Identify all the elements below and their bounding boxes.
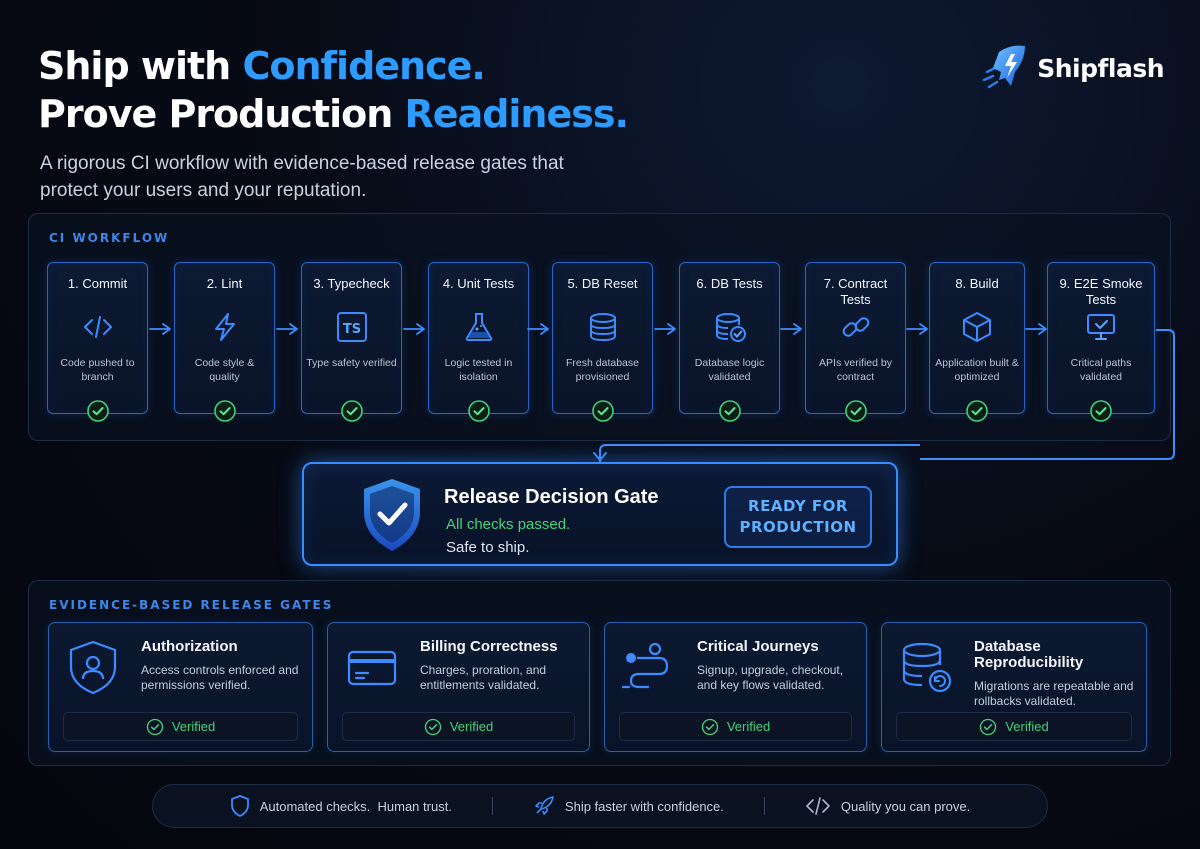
ci-workflow-label: CI WORKFLOW [49, 231, 170, 245]
card-critical-journeys[interactable]: Critical Journeys Signup, upgrade, check… [604, 622, 867, 752]
check-circle-icon [467, 399, 491, 423]
step-unit-tests[interactable]: 4. Unit Tests Logic tested in isolation [428, 262, 529, 414]
lightning-icon [214, 313, 235, 341]
footer-bar: Automated checks. Human trust. Ship fast… [152, 784, 1048, 828]
card-desc: Charges, proration, and entitlements val… [420, 663, 547, 692]
title-line-1-accent: Confidence. [242, 44, 485, 88]
step-title: 7. Contract Tests [823, 276, 888, 307]
credit-card-icon [347, 650, 397, 686]
verified-label: Verified [449, 719, 494, 734]
check-circle-icon [701, 718, 718, 735]
step-title: 5. DB Reset [567, 276, 638, 291]
page-title: Ship with Confidence. Prove Production R… [38, 42, 629, 138]
step-desc: Code pushed to branch [60, 357, 135, 383]
shield-check-icon [364, 479, 420, 551]
shield-icon [230, 795, 249, 817]
verified-badge: Verified [896, 712, 1132, 741]
lightning-rocket-logo-icon [982, 45, 1026, 89]
check-circle-icon [86, 399, 110, 423]
route-icon [621, 642, 669, 689]
footer-text: Quality you can prove. [840, 798, 971, 814]
check-circle-icon [146, 718, 163, 735]
title-line-1-text: Ship with [38, 44, 243, 88]
step-desc: Type safety verified [306, 357, 397, 369]
step-title: 8. Build [955, 276, 999, 291]
flow-connector [593, 329, 1175, 465]
step-lint[interactable]: 2. Lint Code style & quality [174, 262, 275, 414]
check-circle-icon [424, 718, 441, 735]
card-title: Billing Correctness [420, 638, 558, 655]
card-title: Critical Journeys [697, 638, 819, 655]
flask-icon [465, 313, 492, 341]
code-icon [83, 316, 112, 338]
title-line-1: Ship with Confidence. [38, 42, 628, 90]
verified-badge: Verified [342, 712, 575, 741]
code-icon [806, 797, 830, 815]
evidence-gates-label: EVIDENCE-BASED RELEASE GATES [49, 598, 334, 612]
step-desc: Code style & quality [194, 357, 255, 383]
verified-badge: Verified [63, 712, 298, 741]
check-circle-icon [980, 718, 997, 735]
card-desc: Access controls enforced and permissions… [141, 663, 299, 692]
card-database-reproducibility[interactable]: Database Reproducibility Migrations are … [881, 622, 1147, 752]
title-line-2-text: Prove Production [38, 92, 405, 136]
check-circle-icon [213, 399, 237, 423]
shield-user-icon [69, 640, 117, 695]
step-title: 9. E2E Smoke Tests [1059, 276, 1143, 307]
gate-note: Safe to ship. [446, 539, 530, 556]
verified-label: Verified [171, 719, 216, 734]
card-desc: Migrations are repeatable and rollbacks … [974, 679, 1134, 708]
footer-item-trust: Automated checks. Human trust. [190, 795, 492, 817]
verified-badge: Verified [619, 712, 852, 741]
ts-icon: TS [336, 312, 367, 342]
footer-item-quality: Quality you can prove. [765, 797, 1010, 815]
check-circle-icon [340, 399, 364, 423]
gate-status: All checks passed. [446, 516, 571, 533]
footer-text: Automated checks. Human trust. [259, 798, 452, 814]
svg-text:TS: TS [342, 322, 360, 337]
database-refresh-icon [902, 642, 952, 693]
card-title: Authorization [141, 638, 238, 655]
arrow-right-icon [276, 321, 300, 337]
card-desc: Signup, upgrade, checkout, and key flows… [697, 663, 844, 692]
footer-text: Ship faster with confidence. [564, 798, 724, 814]
step-title: 6. DB Tests [696, 276, 763, 291]
brand-logo[interactable]: Shipflash [981, 42, 1164, 94]
step-title: 4. Unit Tests [442, 276, 515, 291]
card-authorization[interactable]: Authorization Access controls enforced a… [48, 622, 313, 752]
step-title: 1. Commit [67, 276, 128, 291]
step-title: 2. Lint [206, 276, 243, 291]
step-commit[interactable]: 1. Commit Code pushed to branch [47, 262, 148, 414]
ready-for-production-button[interactable]: READY FOR PRODUCTION [724, 486, 872, 548]
step-desc: Logic tested in isolation [444, 357, 513, 383]
verified-label: Verified [726, 719, 771, 734]
arrow-right-icon [527, 321, 551, 337]
card-billing-correctness[interactable]: Billing Correctness Charges, proration, … [327, 622, 590, 752]
ready-for-production-label: READY FOR PRODUCTION [739, 497, 857, 536]
title-line-2: Prove Production Readiness. [38, 90, 629, 138]
page-subtitle: A rigorous CI workflow with evidence-bas… [40, 153, 564, 201]
arrow-right-icon [403, 321, 427, 337]
arrow-right-icon [149, 321, 173, 337]
gate-title: Release Decision Gate [444, 486, 659, 508]
release-decision-gate: Release Decision Gate All checks passed.… [302, 462, 898, 566]
step-typecheck[interactable]: 3. Typecheck TS Type safety verified [301, 262, 402, 414]
title-line-2-accent: Readiness. [404, 92, 629, 136]
footer-item-speed: Ship faster with confidence. [493, 795, 764, 817]
step-title: 3. Typecheck [313, 276, 390, 291]
brand-name: Shipflash [1037, 53, 1164, 83]
verified-label: Verified [1005, 719, 1049, 734]
rocket-icon [535, 796, 554, 815]
card-title: Database Reproducibility [974, 638, 1084, 671]
